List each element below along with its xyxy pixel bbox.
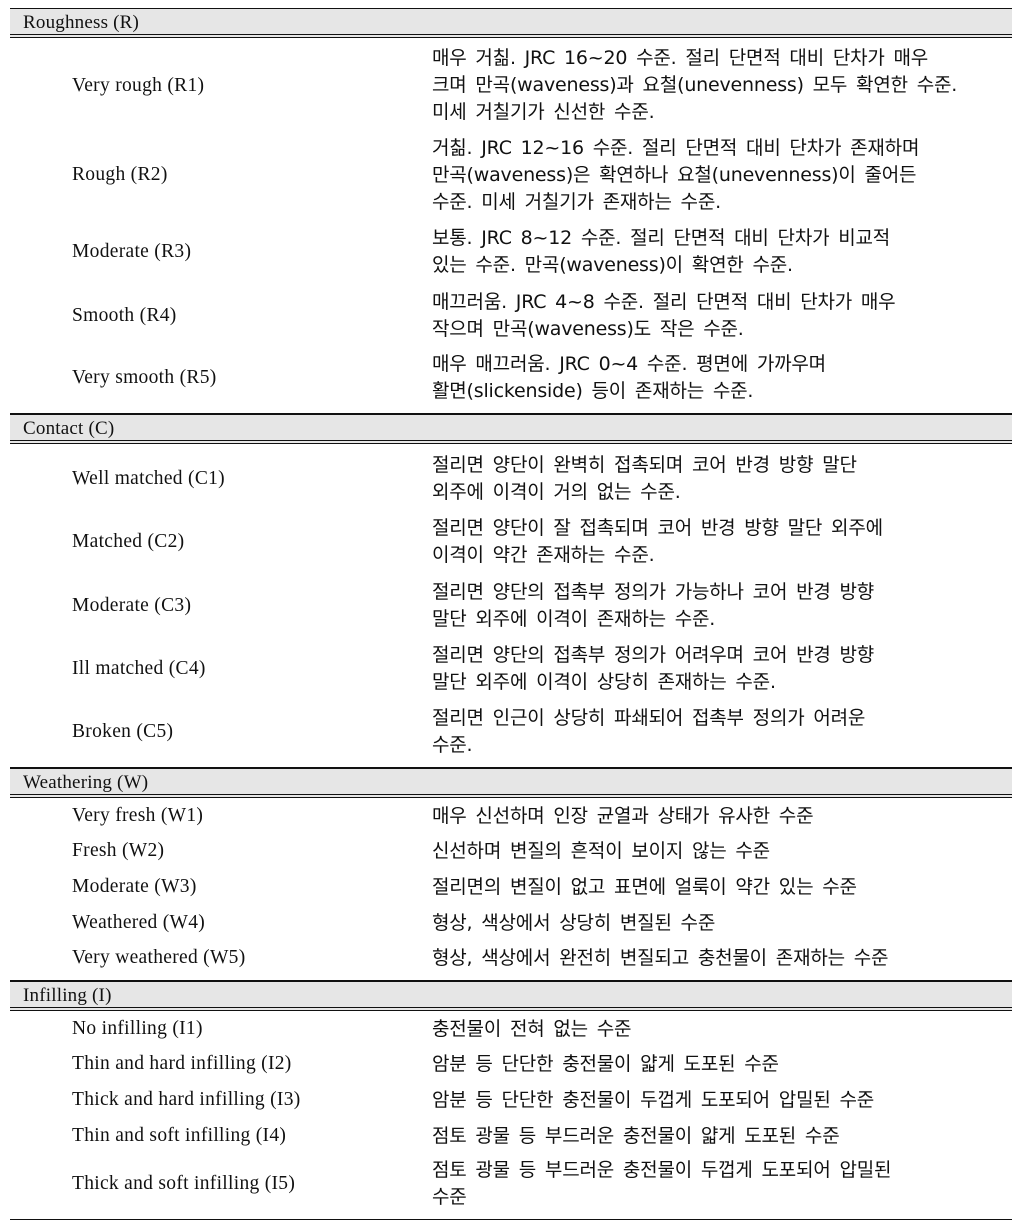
desc-line: 말단 외주에 이격이 상당히 존재하는 수준. [432, 670, 776, 693]
term-description: 보통. JRC 8~12 수준. 절리 단면적 대비 단차가 비교적 있는 수준… [432, 222, 1012, 282]
term-description: 절리면 인근이 상당히 파쇄되어 접촉부 정의가 어려운 수준. [432, 702, 1012, 762]
section-body: Well matched (C1) 절리면 양단이 완벽히 접촉되며 코어 반경… [10, 444, 1012, 768]
desc-line: 외주에 이격이 거의 없는 수준. [432, 480, 681, 503]
desc-line: 매우 매끄러움. JRC 0~4 수준. 평면에 가까우며 [432, 353, 826, 375]
term-description: 신선하며 변질의 흔적이 보이지 않는 수준 [432, 840, 770, 863]
desc-line: 매끄러움. JRC 4~8 수준. 절리 단면적 대비 단차가 매우 [432, 290, 896, 313]
table-row: Smooth (R4) 매끄러움. JRC 4~8 수준. 절리 단면적 대비 … [10, 284, 1012, 347]
table-row: Moderate (R3) 보통. JRC 8~12 수준. 절리 단면적 대비… [10, 220, 1012, 284]
section-infilling: Infilling (I) No infilling (I1) 충전물이 전혀 … [10, 980, 1012, 1221]
term-description: 점토 광물 등 부드러운 충전물이 얇게 도포된 수준 [432, 1124, 840, 1147]
term-description: 암분 등 단단한 충전물이 두껍게 도포되어 압밀된 수준 [432, 1088, 875, 1111]
term-description: 점토 광물 등 부드러운 충전물이 두껍게 도포되어 압밀된 수준 [432, 1154, 1012, 1214]
joint-classification-table: Roughness (R) Very rough (R1) 매우 거칢. JRC… [10, 8, 1012, 1221]
table-row: Weathered (W4) 형상, 색상에서 상당히 변질된 수준 [10, 905, 1012, 941]
section-header: Contact (C) [10, 414, 1012, 444]
section-header: Weathering (W) [10, 768, 1012, 798]
desc-line: 미세 거칠기가 신선한 수준. [432, 101, 655, 123]
desc-line: 점토 광물 등 부드러운 충전물이 두껍게 도포되어 압밀된 [432, 1159, 892, 1182]
desc-line: 보통. JRC 8~12 수준. 절리 단면적 대비 단차가 비교적 [432, 227, 891, 249]
term-description: 매우 신선하며 인장 균열과 상태가 유사한 수준 [432, 804, 814, 827]
desc-line: 매우 거칢. JRC 16~20 수준. 절리 단면적 대비 단차가 매우 [432, 47, 929, 69]
table-row: Very smooth (R5) 매우 매끄러움. JRC 0~4 수준. 평면… [10, 347, 1012, 409]
desc-line: 크며 만곡(waveness)과 요철(unevenness) 모두 확연한 수… [432, 74, 958, 96]
term-label: Weathered (W4) [72, 911, 206, 933]
term-label: Moderate (R3) [72, 241, 192, 262]
section-weathering: Weathering (W) Very fresh (W1) 매우 신선하며 인… [10, 768, 1012, 981]
section-header: Roughness (R) [10, 8, 1012, 38]
table-row: Thick and hard infilling (I3) 암분 등 단단한 충… [10, 1082, 1012, 1118]
table-row: Moderate (C3) 절리면 양단의 접촉부 정의가 가능하나 코어 반경… [10, 574, 1012, 637]
term-label: Well matched (C1) [72, 467, 225, 489]
term-label: Ill matched (C4) [72, 657, 206, 679]
table-row: Thin and hard infilling (I2) 암분 등 단단한 충전… [10, 1047, 1012, 1083]
term-label: Rough (R2) [72, 164, 168, 185]
term-description: 절리면 양단이 잘 접촉되며 코어 반경 방향 말단 외주에 이격이 약간 존재… [432, 512, 1012, 572]
desc-line: 수준 [432, 1186, 467, 1209]
section-body: Very fresh (W1) 매우 신선하며 인장 균열과 상태가 유사한 수… [10, 798, 1012, 981]
term-label: Very weathered (W5) [72, 947, 246, 969]
desc-line: 말단 외주에 이격이 존재하는 수준. [432, 607, 716, 630]
term-label: Moderate (W3) [72, 875, 197, 897]
term-description: 형상, 색상에서 상당히 변질된 수준 [432, 911, 716, 934]
desc-line: 거칢. JRC 12~16 수준. 절리 단면적 대비 단차가 존재하며 [432, 136, 920, 159]
term-label: Very smooth (R5) [72, 367, 217, 388]
desc-line: 수준. [432, 733, 473, 756]
section-roughness: Roughness (R) Very rough (R1) 매우 거칢. JRC… [10, 8, 1012, 414]
desc-line: 절리면 인근이 상당히 파쇄되어 접촉부 정의가 어려운 [432, 706, 866, 729]
term-description: 형상, 색상에서 완전히 변질되고 충천물이 존재하는 수준 [432, 947, 889, 970]
term-label: Smooth (R4) [72, 304, 177, 326]
desc-line: 작으며 만곡(waveness)도 작은 수준. [432, 317, 744, 340]
term-description: 암분 등 단단한 충전물이 얇게 도포된 수준 [432, 1053, 779, 1076]
term-label: Thick and soft infilling (I5) [72, 1173, 296, 1195]
desc-line: 절리면 양단의 접촉부 정의가 가능하나 코어 반경 방향 [432, 580, 875, 603]
term-label: Broken (C5) [72, 720, 174, 742]
table-row: Rough (R2) 거칢. JRC 12~16 수준. 절리 단면적 대비 단… [10, 130, 1012, 220]
table-row: No infilling (I1) 충전물이 전혀 없는 수준 [10, 1011, 1012, 1047]
table-row: Well matched (C1) 절리면 양단이 완벽히 접촉되며 코어 반경… [10, 447, 1012, 510]
table-row: Very fresh (W1) 매우 신선하며 인장 균열과 상태가 유사한 수… [10, 798, 1012, 834]
section-body: No infilling (I1) 충전물이 전혀 없는 수준 Thin and… [10, 1011, 1012, 1221]
term-description: 매우 매끄러움. JRC 0~4 수준. 평면에 가까우며 활면(slicken… [432, 348, 1012, 408]
term-label: Matched (C2) [72, 531, 185, 552]
term-label: Thin and hard infilling (I2) [72, 1053, 292, 1075]
term-description: 절리면의 변질이 없고 표면에 얼룩이 약간 있는 수준 [432, 875, 857, 898]
term-label: No infilling (I1) [72, 1017, 203, 1039]
desc-line: 활면(slickenside) 등이 존재하는 수준. [432, 380, 754, 402]
table-row: Ill matched (C4) 절리면 양단의 접촉부 정의가 어려우며 코어… [10, 637, 1012, 700]
term-description: 절리면 양단의 접촉부 정의가 가능하나 코어 반경 방향 말단 외주에 이격이… [432, 576, 1012, 636]
term-description: 매끄러움. JRC 4~8 수준. 절리 단면적 대비 단차가 매우 작으며 만… [432, 286, 1012, 346]
table-row: Fresh (W2) 신선하며 변질의 흔적이 보이지 않는 수준 [10, 834, 1012, 870]
desc-line: 절리면 양단이 완벽히 접촉되며 코어 반경 방향 말단 [432, 453, 857, 476]
desc-line: 만곡(waveness)은 확연하나 요철(unevenness)이 줄어든 [432, 163, 917, 186]
term-description: 충전물이 전혀 없는 수준 [432, 1017, 632, 1040]
section-header: Infilling (I) [10, 980, 1012, 1011]
table-row: Matched (C2) 절리면 양단이 잘 접촉되며 코어 반경 방향 말단 … [10, 510, 1012, 574]
term-label: Very fresh (W1) [72, 804, 204, 826]
term-label: Moderate (C3) [72, 594, 192, 616]
term-description: 매우 거칢. JRC 16~20 수준. 절리 단면적 대비 단차가 매우 크며… [432, 42, 1012, 129]
section-contact: Contact (C) Well matched (C1) 절리면 양단이 완벽… [10, 414, 1012, 768]
term-description: 절리면 양단의 접촉부 정의가 어려우며 코어 반경 방향 말단 외주에 이격이… [432, 639, 1012, 699]
term-label: Very rough (R1) [72, 74, 205, 96]
term-description: 거칢. JRC 12~16 수준. 절리 단면적 대비 단차가 존재하며 만곡(… [432, 132, 1012, 219]
table-row: Very rough (R1) 매우 거칢. JRC 16~20 수준. 절리 … [10, 41, 1012, 130]
desc-line: 이격이 약간 존재하는 수준. [432, 544, 655, 566]
term-label: Fresh (W2) [72, 840, 165, 862]
desc-line: 절리면 양단의 접촉부 정의가 어려우며 코어 반경 방향 [432, 643, 875, 666]
desc-line: 절리면 양단이 잘 접촉되며 코어 반경 방향 말단 외주에 [432, 517, 883, 539]
desc-line: 수준. 미세 거칠기가 존재하는 수준. [432, 190, 721, 213]
table-row: Broken (C5) 절리면 인근이 상당히 파쇄되어 접촉부 정의가 어려운… [10, 700, 1012, 763]
term-label: Thin and soft infilling (I4) [72, 1124, 287, 1146]
section-body: Very rough (R1) 매우 거칢. JRC 16~20 수준. 절리 … [10, 38, 1012, 414]
term-description: 절리면 양단이 완벽히 접촉되며 코어 반경 방향 말단 외주에 이격이 거의 … [432, 449, 1012, 509]
table-row: Moderate (W3) 절리면의 변질이 없고 표면에 얼룩이 약간 있는 … [10, 869, 1012, 905]
term-label: Thick and hard infilling (I3) [72, 1088, 301, 1110]
desc-line: 있는 수준. 만곡(waveness)이 확연한 수준. [432, 254, 793, 276]
table-row: Thick and soft infilling (I5) 점토 광물 등 부드… [10, 1153, 1012, 1215]
table-row: Very weathered (W5) 형상, 색상에서 완전히 변질되고 충천… [10, 940, 1012, 976]
table-row: Thin and soft infilling (I4) 점토 광물 등 부드러… [10, 1118, 1012, 1154]
